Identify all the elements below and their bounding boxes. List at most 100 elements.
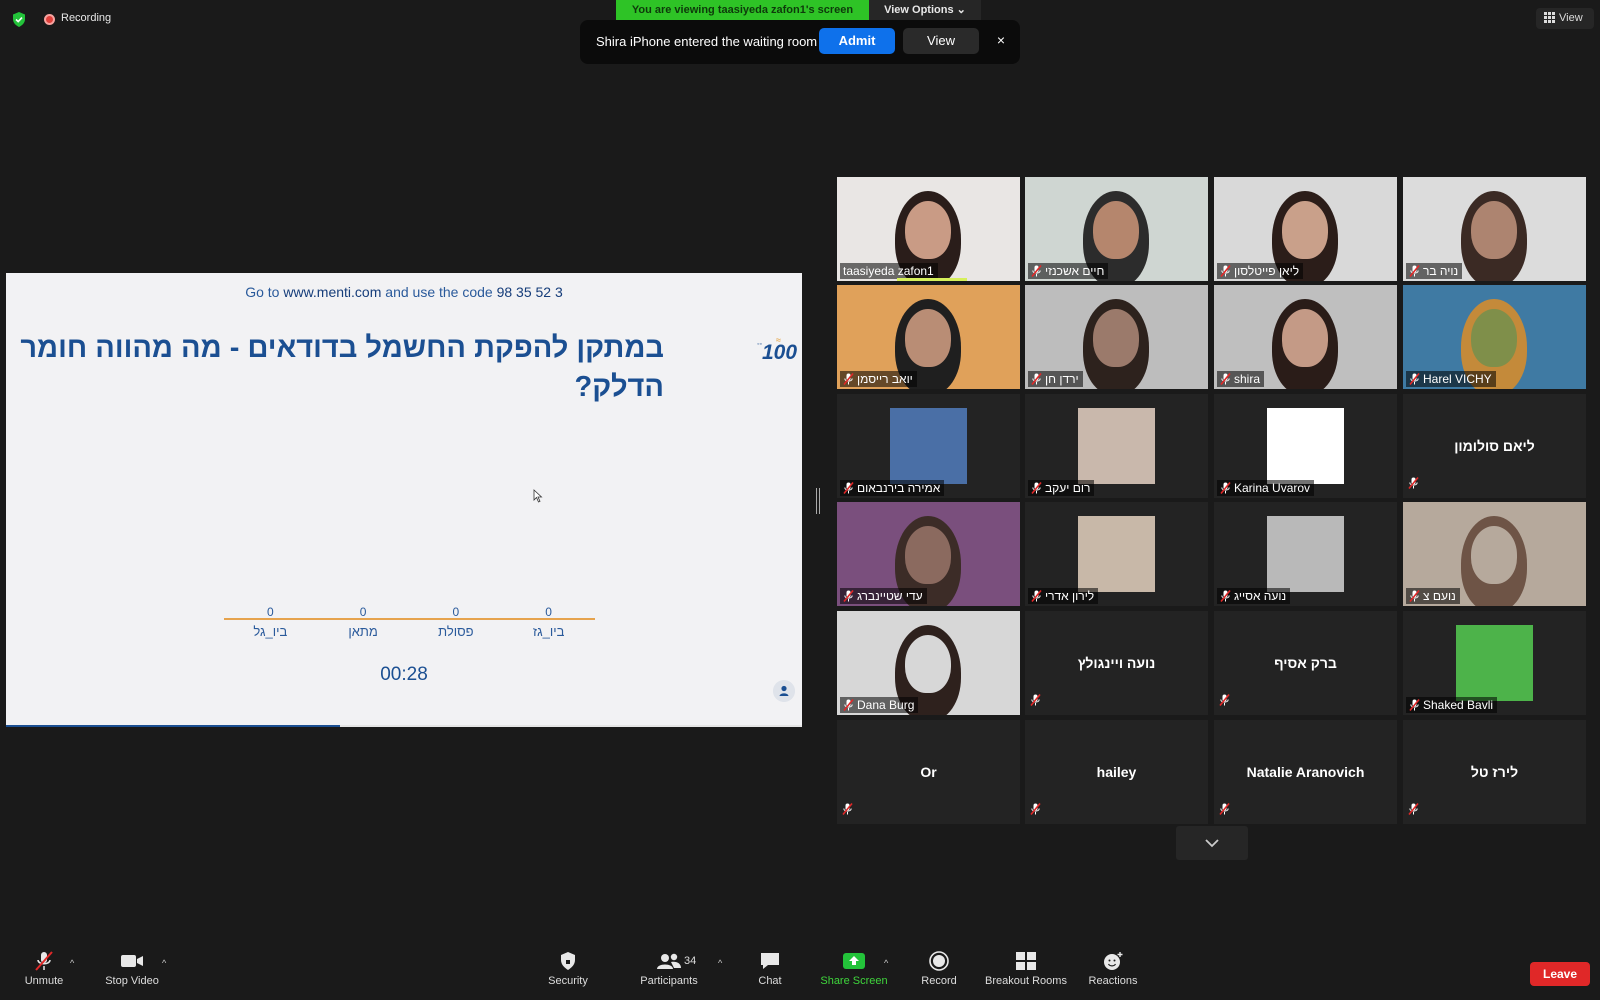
waiting-room-notification: Shira iPhone entered the waiting room Ad… (580, 20, 1020, 64)
participant-tile[interactable]: לירון אדרי (1025, 502, 1208, 606)
microphone-muted-icon (843, 482, 854, 494)
audio-options-caret-icon[interactable]: ^ (70, 958, 74, 968)
microphone-muted-icon (1220, 590, 1231, 602)
view-options-button[interactable]: View Options ⌄ (869, 0, 981, 21)
participant-tile[interactable]: נועה ויינגולץ (1025, 611, 1208, 715)
stop-video-label: Stop Video (105, 975, 159, 987)
participant-name: לירז טל (1470, 764, 1519, 780)
bar-category-label: מתאן (348, 624, 378, 639)
security-button[interactable]: Security (546, 951, 590, 987)
participant-tile[interactable]: ליאן פייטלסון (1214, 177, 1397, 281)
share-screen-button[interactable]: Share Screen (820, 951, 888, 987)
participant-tile[interactable]: חיים אשכנזי (1025, 177, 1208, 281)
participant-name: נועה ויינגולץ (1077, 655, 1156, 671)
reactions-button[interactable]: Reactions (1088, 951, 1138, 987)
gallery-next-page-button[interactable] (1176, 826, 1248, 860)
share-options-caret-icon[interactable]: ^ (884, 958, 888, 968)
participants-count-badge: 34 (684, 955, 697, 967)
participant-tile[interactable]: אמירה בירנבאום (837, 394, 1020, 498)
participant-tile[interactable]: hailey (1025, 720, 1208, 824)
participant-tile[interactable]: ליאם סולומון (1403, 394, 1586, 498)
participant-tile[interactable]: Harel VICHY (1403, 285, 1586, 389)
participant-name: יואב רייסמן (857, 372, 913, 386)
participant-profile-picture (1267, 516, 1344, 592)
person-icon[interactable] (773, 680, 795, 702)
participants-options-caret-icon[interactable]: ^ (718, 958, 722, 968)
participant-tile[interactable]: ברק אסיף (1214, 611, 1397, 715)
participant-tile[interactable]: נועה אסייג (1214, 502, 1397, 606)
participants-label: Participants (640, 975, 698, 987)
logo-mark: ◦◦ (757, 341, 762, 348)
breakout-rooms-icon (1016, 952, 1036, 970)
logo-flame-icon: ≈ (776, 335, 781, 345)
presentation-progress-fill (6, 725, 340, 727)
video-camera-icon (121, 955, 143, 967)
microphone-muted-icon (1408, 477, 1419, 489)
audio-level-bar (897, 278, 967, 281)
bar-value-label: 0 (545, 605, 552, 619)
participant-name-label: יואב רייסמן (840, 371, 917, 387)
view-waiting-room-button[interactable]: View (903, 28, 979, 54)
participant-tile[interactable]: Or (837, 720, 1020, 824)
participant-name-label: taasiyeda zafon1 (840, 263, 938, 279)
microphone-muted-icon (1031, 482, 1042, 494)
microphone-muted-icon (1409, 699, 1420, 711)
participant-tile[interactable]: Dana Burg (837, 611, 1020, 715)
video-options-caret-icon[interactable]: ^ (162, 958, 166, 968)
participant-tile[interactable]: עדי שטיינברג (837, 502, 1020, 606)
security-label: Security (548, 975, 588, 987)
grid-icon (1544, 12, 1555, 23)
participant-face (905, 201, 951, 259)
shield-icon[interactable] (12, 12, 26, 27)
participant-tile[interactable]: Shaked Bavli (1403, 611, 1586, 715)
leave-meeting-button[interactable]: Leave (1530, 962, 1590, 986)
admit-button[interactable]: Admit (819, 28, 895, 54)
bar-category-label: ביו_גז (532, 624, 565, 639)
mute-status (842, 802, 853, 820)
participant-tile[interactable]: רום יעקב (1025, 394, 1208, 498)
unmute-label: Unmute (24, 975, 64, 987)
participant-tile[interactable]: לירז טל (1403, 720, 1586, 824)
participant-tile[interactable]: taasiyeda zafon1 (837, 177, 1020, 281)
participant-tile[interactable]: shira (1214, 285, 1397, 389)
record-button[interactable]: Record (919, 951, 959, 987)
unmute-button[interactable]: Unmute (22, 951, 66, 987)
participant-tile[interactable]: נועם צ (1403, 502, 1586, 606)
code-prefix: Go to (245, 284, 280, 300)
participant-face (1471, 201, 1517, 259)
participant-face (1093, 309, 1139, 367)
breakout-rooms-button[interactable]: Breakout Rooms (983, 951, 1069, 987)
participant-tile[interactable]: יואב רייסמן (837, 285, 1020, 389)
mute-status (1219, 802, 1230, 820)
panel-splitter[interactable] (816, 488, 820, 514)
participant-name: חיים אשכנזי (1045, 264, 1105, 278)
participant-name-label: Karina Uvarov (1217, 480, 1315, 496)
microphone-muted-icon (1031, 373, 1042, 385)
microphone-muted-icon (1409, 373, 1420, 385)
participant-tile[interactable]: ירדן חן (1025, 285, 1208, 389)
recording-dot-icon (44, 14, 55, 25)
participant-name-label: Harel VICHY (1406, 371, 1496, 387)
poll-question: במתקן להפקת החשמל בדודאים - מה מהווה חומ… (20, 332, 664, 403)
record-icon (929, 951, 949, 971)
microphone-muted-icon (843, 590, 854, 602)
logo: ◦◦ 100 ≈ (732, 335, 800, 371)
participant-tile[interactable]: Karina Uvarov (1214, 394, 1397, 498)
share-screen-icon (843, 953, 865, 969)
participant-name: רום יעקב (1045, 481, 1091, 495)
view-label: View (1559, 12, 1583, 24)
stop-video-button[interactable]: Stop Video (101, 951, 163, 987)
participant-name: נועם צ (1423, 589, 1456, 603)
close-icon[interactable]: × (992, 31, 1010, 49)
code-mid: and use the code (385, 284, 493, 300)
reactions-label: Reactions (1088, 975, 1138, 987)
chat-button[interactable]: Chat (755, 951, 785, 987)
participants-icon (657, 953, 681, 969)
microphone-muted-icon (1030, 803, 1041, 815)
participant-name: אמירה בירנבאום (857, 481, 941, 495)
participant-tile[interactable]: Natalie Aranovich (1214, 720, 1397, 824)
microphone-muted-icon (842, 803, 853, 815)
microphone-muted-icon (1030, 694, 1041, 706)
participant-tile[interactable]: נויה בר (1403, 177, 1586, 281)
view-layout-button[interactable]: View (1536, 8, 1594, 29)
